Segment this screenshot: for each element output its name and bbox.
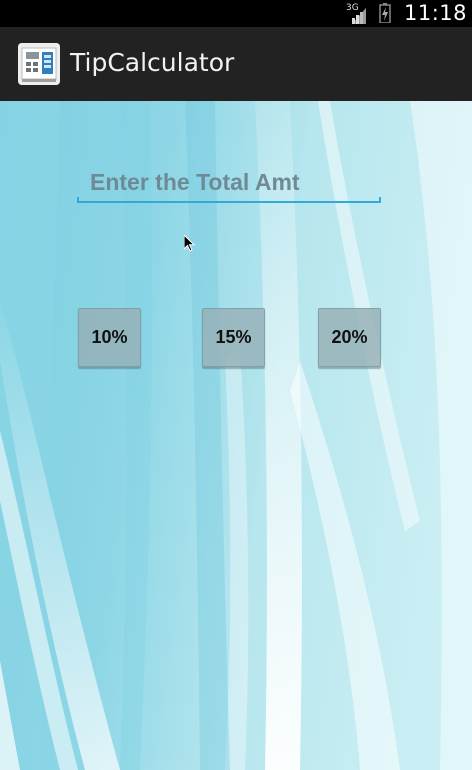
- tip-10-button[interactable]: 10%: [78, 308, 141, 367]
- main-content: 10% 15% 20%: [0, 101, 472, 770]
- status-bar: 3G 11:18: [0, 0, 472, 27]
- status-clock: 11:18: [404, 1, 468, 25]
- action-bar: TipCalculator: [0, 27, 472, 102]
- input-underline-tick-right: [379, 197, 381, 203]
- tip-15-button[interactable]: 15%: [202, 308, 265, 367]
- battery-icon: [379, 3, 391, 24]
- network-signal-icon: 3G: [346, 3, 372, 24]
- app-title: TipCalculator: [70, 48, 235, 77]
- app-icon[interactable]: [18, 43, 60, 85]
- calculator-icon: [18, 43, 60, 85]
- input-underline-tick-left: [77, 197, 79, 203]
- tip-20-button[interactable]: 20%: [318, 308, 381, 367]
- total-amount-input[interactable]: [78, 163, 381, 203]
- mouse-pointer-icon: [184, 235, 196, 252]
